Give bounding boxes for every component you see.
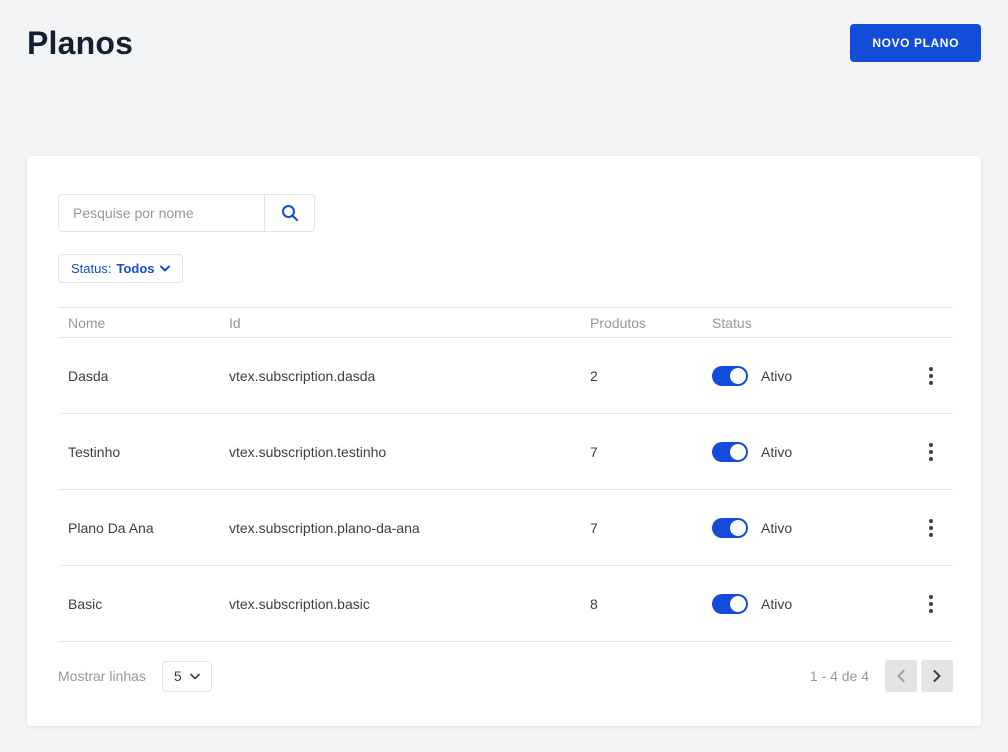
status-toggle[interactable] [712,594,748,614]
status-text: Ativo [761,520,792,536]
toggle-knob [730,444,746,460]
status-text: Ativo [761,596,792,612]
table-footer: Mostrar linhas 5 1 - 4 de 4 [58,660,953,692]
status-toggle[interactable] [712,442,748,462]
plan-id: vtex.subscription.basic [229,596,590,612]
search-input[interactable] [58,194,264,232]
plan-name: Basic [58,596,229,612]
page-range-text: 1 - 4 de 4 [810,668,869,684]
col-header-id: Id [229,315,590,331]
plan-id: vtex.subscription.plano-da-ana [229,520,590,536]
plan-products-count: 7 [590,520,712,536]
search-button[interactable] [264,194,315,232]
search-icon [281,204,299,222]
plan-status-cell: Ativo [712,442,909,462]
chevron-left-icon [897,670,905,682]
rows-per-page-label: Mostrar linhas [58,668,146,684]
plan-actions-cell [909,437,953,467]
chevron-right-icon [933,670,941,682]
search-row [58,194,953,232]
filter-row: Status: Todos [58,254,953,283]
novo-plano-button[interactable]: NOVO PLANO [850,24,981,62]
kebab-menu-icon[interactable] [923,589,939,619]
col-header-nome: Nome [58,315,229,331]
plan-actions-cell [909,513,953,543]
status-toggle[interactable] [712,518,748,538]
status-filter-chip[interactable]: Status: Todos [58,254,183,283]
plans-table: Nome Id Produtos Status Dasda vtex.subsc… [58,307,953,642]
table-row[interactable]: Testinho vtex.subscription.testinho 7 At… [58,414,953,490]
plan-name: Plano Da Ana [58,520,229,536]
page-title: Planos [27,25,133,62]
pager-buttons [885,660,953,692]
toggle-knob [730,368,746,384]
toggle-knob [730,520,746,536]
plan-name: Testinho [58,444,229,460]
plan-products-count: 7 [590,444,712,460]
status-filter-label: Status: [71,261,111,276]
plan-name: Dasda [58,368,229,384]
status-filter-value: Todos [116,261,154,276]
col-header-produtos: Produtos [590,315,712,331]
pagination: 1 - 4 de 4 [810,660,953,692]
status-toggle[interactable] [712,366,748,386]
plan-status-cell: Ativo [712,594,909,614]
plan-id: vtex.subscription.dasda [229,368,590,384]
plan-id: vtex.subscription.testinho [229,444,590,460]
kebab-menu-icon[interactable] [923,437,939,467]
chevron-down-icon [190,673,200,680]
rows-per-page-select[interactable]: 5 [162,661,212,692]
prev-page-button[interactable] [885,660,917,692]
col-header-status: Status [712,315,909,331]
plans-card: Status: Todos Nome Id Produtos Status Da… [27,156,981,726]
table-header-row: Nome Id Produtos Status [58,307,953,338]
page-header: Planos NOVO PLANO [27,24,981,62]
rows-per-page-value: 5 [174,668,182,684]
chevron-down-icon [160,265,170,272]
plan-products-count: 8 [590,596,712,612]
table-row[interactable]: Basic vtex.subscription.basic 8 Ativo [58,566,953,642]
plan-actions-cell [909,361,953,391]
plan-actions-cell [909,589,953,619]
plan-status-cell: Ativo [712,518,909,538]
status-text: Ativo [761,444,792,460]
next-page-button[interactable] [921,660,953,692]
table-row[interactable]: Plano Da Ana vtex.subscription.plano-da-… [58,490,953,566]
toggle-knob [730,596,746,612]
status-text: Ativo [761,368,792,384]
kebab-menu-icon[interactable] [923,361,939,391]
plan-status-cell: Ativo [712,366,909,386]
plan-products-count: 2 [590,368,712,384]
planos-page: Planos NOVO PLANO Status: Todos [0,0,1008,750]
kebab-menu-icon[interactable] [923,513,939,543]
rows-per-page-control: Mostrar linhas 5 [58,661,212,692]
table-row[interactable]: Dasda vtex.subscription.dasda 2 Ativo [58,338,953,414]
